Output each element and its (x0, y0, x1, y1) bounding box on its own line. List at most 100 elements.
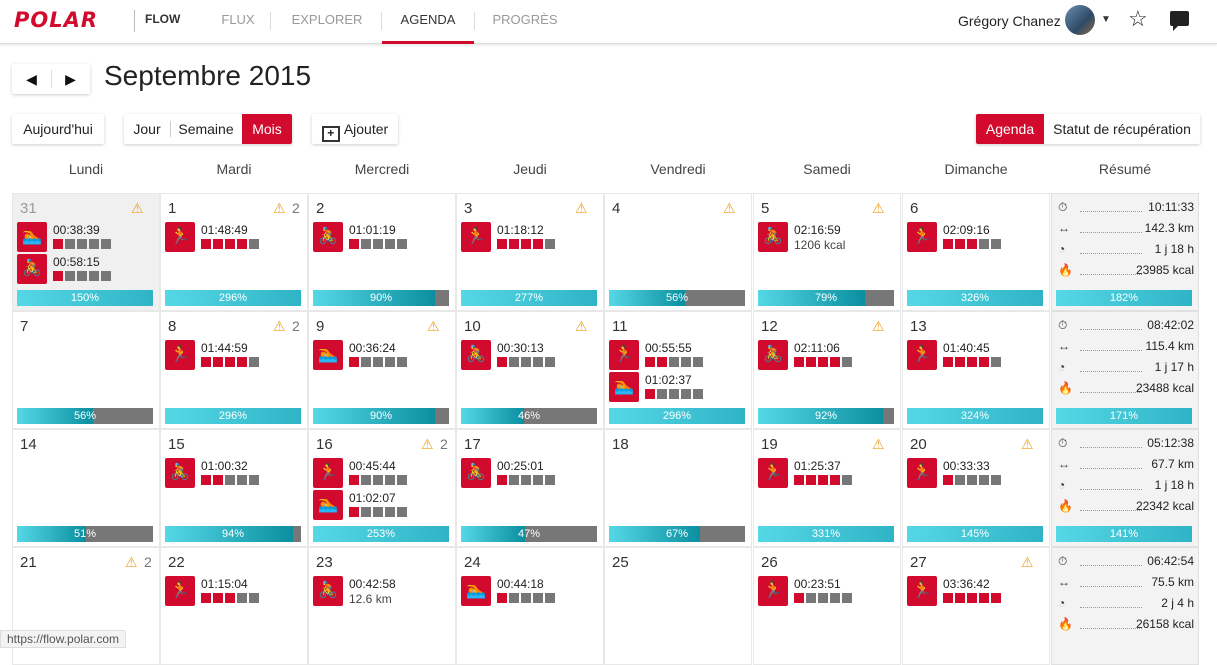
swim-sport-icon[interactable]: 🏊 (313, 490, 343, 520)
swim-sport-icon[interactable]: 🏊 (609, 372, 639, 402)
week-load-bar[interactable]: 141% (1056, 526, 1192, 542)
run-sport-icon[interactable]: 🏃 (758, 458, 788, 488)
day-cell[interactable]: 19 ⚠ 🏃 01:25:37 331% (753, 429, 901, 547)
warning-triangle-icon[interactable]: ⚠ (872, 200, 885, 217)
training-load-bar[interactable]: 331% (758, 526, 894, 542)
day-cell[interactable]: 10 ⚠ 🚴 00:30:13 46% (456, 311, 604, 429)
warning-triangle-icon[interactable]: ⚠ (427, 318, 440, 335)
day-cell[interactable]: 3 ⚠ 🏃 01:18:12 277% (456, 193, 604, 311)
activity-duration[interactable]: 02:16:59 (794, 223, 841, 237)
mode-recovery-button[interactable]: Statut de récupération (1044, 114, 1200, 144)
training-load-bar[interactable]: 145% (907, 526, 1043, 542)
day-cell[interactable]: 6 🏃 02:09:16 326% (902, 193, 1050, 311)
run-sport-icon[interactable]: 🏃 (313, 458, 343, 488)
add-button[interactable]: + Ajouter (312, 114, 398, 144)
warning-triangle-icon[interactable]: ⚠ (872, 318, 885, 335)
day-cell[interactable]: 14 51% (12, 429, 160, 547)
day-cell[interactable]: 15 🚴 01:00:32 94% (160, 429, 308, 547)
activity-duration[interactable]: 01:48:49 (201, 223, 248, 237)
activity-duration[interactable]: 00:33:33 (943, 459, 990, 473)
warning-triangle-icon[interactable]: ⚠ (273, 318, 286, 335)
training-load-bar[interactable]: 47% (461, 526, 597, 542)
warning-triangle-icon[interactable]: ⚠ (1021, 436, 1034, 453)
training-load-bar[interactable]: 56% (17, 408, 153, 424)
activity-duration[interactable]: 00:25:01 (497, 459, 544, 473)
training-load-bar[interactable]: 67% (609, 526, 745, 542)
day-cell[interactable]: 4 ⚠ 56% (604, 193, 752, 311)
day-cell[interactable]: 12 ⚠ 🚴 02:11:06 92% (753, 311, 901, 429)
activity-duration[interactable]: 01:00:32 (201, 459, 248, 473)
nav-tab-progres[interactable]: PROGRÈS (482, 0, 568, 44)
today-button[interactable]: Aujourd'hui (12, 114, 104, 144)
day-cell[interactable]: 31 ⚠ 🏊 00:38:39 🚴 00:58:15 150% (12, 193, 160, 311)
training-load-bar[interactable]: 79% (758, 290, 894, 306)
activity-duration[interactable]: 00:38:39 (53, 223, 100, 237)
run-sport-icon[interactable]: 🏃 (461, 222, 491, 252)
caret-down-icon[interactable]: ▼ (1101, 14, 1111, 25)
triangle-left-icon[interactable]: ◀ (12, 64, 51, 94)
bike-sport-icon[interactable]: 🚴 (461, 458, 491, 488)
day-cell[interactable]: 20 ⚠ 🏃 00:33:33 145% (902, 429, 1050, 547)
day-cell[interactable]: 24 🏊 00:44:18 (456, 547, 604, 665)
polar-logo[interactable]: POLAR (14, 8, 98, 32)
activity-duration[interactable]: 00:44:18 (497, 577, 544, 591)
training-load-bar[interactable]: 92% (758, 408, 894, 424)
run-sport-icon[interactable]: 🏃 (907, 222, 937, 252)
training-load-bar[interactable]: 324% (907, 408, 1043, 424)
activity-duration[interactable]: 00:58:15 (53, 255, 100, 269)
view-month-button[interactable]: Mois (242, 114, 292, 144)
messages-icon[interactable] (1170, 11, 1189, 31)
nav-tab-explorer[interactable]: EXPLORER (280, 0, 374, 44)
activity-duration[interactable]: 01:25:37 (794, 459, 841, 473)
run-sport-icon[interactable]: 🏃 (165, 222, 195, 252)
day-cell[interactable]: 23 🚴 00:42:58 12.6 km (308, 547, 456, 665)
activity-duration[interactable]: 01:44:59 (201, 341, 248, 355)
day-cell[interactable]: 16 ⚠ 2 🏃 00:45:44 🏊 01:02:07 253% (308, 429, 456, 547)
bike-sport-icon[interactable]: 🚴 (17, 254, 47, 284)
bike-sport-icon[interactable]: 🚴 (758, 340, 788, 370)
run-sport-icon[interactable]: 🏃 (907, 458, 937, 488)
training-load-bar[interactable]: 51% (17, 526, 153, 542)
day-cell[interactable]: 7 56% (12, 311, 160, 429)
warning-triangle-icon[interactable]: ⚠ (125, 554, 138, 571)
training-load-bar[interactable]: 90% (313, 408, 449, 424)
day-cell[interactable]: 5 ⚠ 🚴 02:16:59 1206 kcal 79% (753, 193, 901, 311)
bike-sport-icon[interactable]: 🚴 (313, 576, 343, 606)
activity-duration[interactable]: 01:15:04 (201, 577, 248, 591)
activity-duration[interactable]: 00:45:44 (349, 459, 396, 473)
training-load-bar[interactable]: 94% (165, 526, 301, 542)
activity-duration[interactable]: 00:55:55 (645, 341, 692, 355)
view-day-button[interactable]: Jour (124, 114, 170, 144)
bike-sport-icon[interactable]: 🚴 (758, 222, 788, 252)
training-load-bar[interactable]: 296% (165, 290, 301, 306)
bike-sport-icon[interactable]: 🚴 (313, 222, 343, 252)
run-sport-icon[interactable]: 🏃 (758, 576, 788, 606)
run-sport-icon[interactable]: 🏃 (165, 340, 195, 370)
warning-triangle-icon[interactable]: ⚠ (273, 200, 286, 217)
activity-duration[interactable]: 00:36:24 (349, 341, 396, 355)
swim-sport-icon[interactable]: 🏊 (17, 222, 47, 252)
run-sport-icon[interactable]: 🏃 (165, 576, 195, 606)
day-cell[interactable]: 18 67% (604, 429, 752, 547)
activity-duration[interactable]: 02:09:16 (943, 223, 990, 237)
day-cell[interactable]: 26 🏃 00:23:51 (753, 547, 901, 665)
swim-sport-icon[interactable]: 🏊 (461, 576, 491, 606)
day-cell[interactable]: 9 ⚠ 🏊 00:36:24 90% (308, 311, 456, 429)
mode-agenda-button[interactable]: Agenda (976, 114, 1044, 144)
activity-duration[interactable]: 01:18:12 (497, 223, 544, 237)
day-cell[interactable]: 1 ⚠ 2 🏃 01:48:49 296% (160, 193, 308, 311)
view-week-button[interactable]: Semaine (170, 114, 242, 144)
training-load-bar[interactable]: 326% (907, 290, 1043, 306)
user-avatar[interactable] (1065, 5, 1095, 35)
activity-duration[interactable]: 01:40:45 (943, 341, 990, 355)
training-load-bar[interactable]: 90% (313, 290, 449, 306)
day-cell[interactable]: 11 🏃 00:55:55 🏊 01:02:37 296% (604, 311, 752, 429)
training-load-bar[interactable]: 296% (609, 408, 745, 424)
swim-sport-icon[interactable]: 🏊 (313, 340, 343, 370)
training-load-bar[interactable]: 253% (313, 526, 449, 542)
bike-sport-icon[interactable]: 🚴 (461, 340, 491, 370)
week-load-bar[interactable]: 171% (1056, 408, 1192, 424)
day-cell[interactable]: 13 🏃 01:40:45 324% (902, 311, 1050, 429)
activity-duration[interactable]: 00:30:13 (497, 341, 544, 355)
run-sport-icon[interactable]: 🏃 (609, 340, 639, 370)
